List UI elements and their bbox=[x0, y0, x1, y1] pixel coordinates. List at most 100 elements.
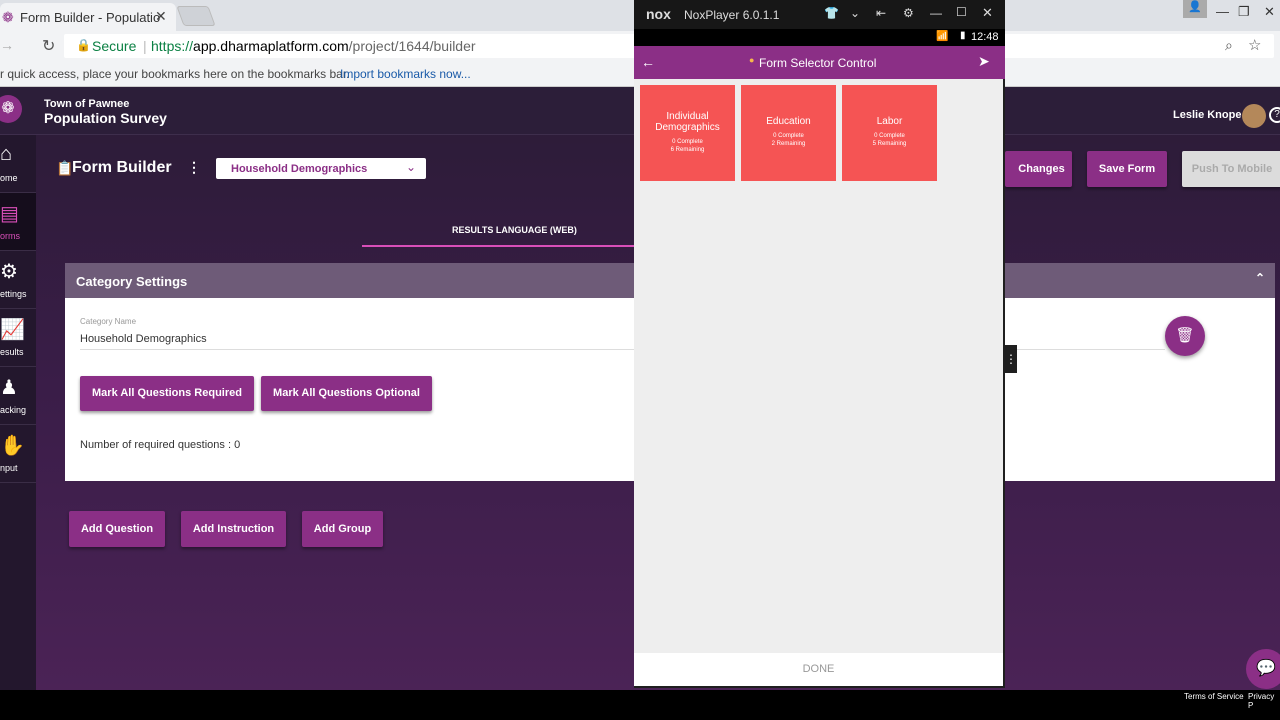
gear-icon[interactable]: ⚙ bbox=[903, 6, 914, 20]
category-name-label: Category Name bbox=[80, 317, 137, 326]
sidebar-item-label: ome bbox=[0, 173, 18, 183]
push-to-mobile-button[interactable]: Push To Mobile bbox=[1182, 151, 1280, 187]
tab-results-language[interactable]: RESULTS LANGUAGE (WEB) bbox=[452, 225, 577, 235]
restore-icon[interactable]: ❐ bbox=[1238, 4, 1250, 20]
nox-logo-icon: nox bbox=[646, 6, 671, 22]
form-tile-individual-demographics[interactable]: Individual Demographics 0 Complete 6 Rem… bbox=[640, 85, 735, 181]
chevron-down-icon: ⌄ bbox=[406, 160, 417, 174]
resize-handle[interactable]: ⋮ bbox=[1005, 345, 1017, 373]
sidebar-item-results[interactable]: 📈 esults bbox=[0, 309, 36, 367]
category-select[interactable]: Household Demographics ⌄ bbox=[216, 158, 426, 179]
tile-complete: 0 Complete bbox=[773, 133, 804, 139]
trash-icon: 🗑 bbox=[1175, 327, 1195, 344]
tile-name: Education bbox=[766, 116, 811, 127]
mark-required-label: Mark All Questions Required bbox=[92, 387, 242, 399]
form-tile-education[interactable]: Education 0 Complete 2 Remaining bbox=[741, 85, 836, 181]
profile-icon[interactable]: 👤 bbox=[1183, 0, 1207, 18]
add-instruction-label: Add Instruction bbox=[192, 523, 275, 535]
sidebar-item-label: ettings bbox=[0, 289, 27, 299]
form-tile-labor[interactable]: Labor 0 Complete 5 Remaining bbox=[842, 85, 937, 181]
chat-icon: 💬 bbox=[1256, 660, 1276, 677]
clipboard-icon: 📋 bbox=[56, 160, 74, 176]
import-bookmarks-link[interactable]: Import bookmarks now... bbox=[340, 67, 471, 81]
send-icon[interactable]: ➤ bbox=[978, 53, 990, 70]
sidebar-item-settings[interactable]: ⚙ ettings bbox=[0, 251, 36, 309]
star-icon[interactable]: ☆ bbox=[1248, 36, 1261, 54]
url-path: /project/1644/builder bbox=[348, 38, 476, 54]
app-logo-icon: ❁ bbox=[2, 9, 14, 25]
url-divider: | bbox=[143, 38, 147, 54]
url-scheme: https:// bbox=[151, 38, 194, 54]
zoom-icon[interactable]: ⌕ bbox=[1225, 37, 1233, 54]
url-text[interactable]: https://app.dharmaplatform.com/project/1… bbox=[151, 38, 476, 54]
privacy-link[interactable]: Privacy P bbox=[1248, 692, 1280, 710]
new-tab-button[interactable] bbox=[176, 6, 216, 26]
sidebar-item-label: acking bbox=[0, 405, 27, 415]
chevron-up-icon[interactable]: ⌃ bbox=[1255, 271, 1265, 285]
lock-icon: 🔒 bbox=[76, 38, 91, 52]
tile-name: Individual Demographics bbox=[655, 111, 720, 133]
minimize-icon[interactable]: — bbox=[930, 6, 942, 20]
back-arrow-icon[interactable]: ← bbox=[641, 54, 655, 70]
dharma-logo-icon[interactable]: ❁ bbox=[0, 95, 22, 123]
status-time: 12:48 bbox=[971, 31, 999, 43]
url-host: app.dharmaplatform.com bbox=[193, 38, 349, 54]
save-form-label: Save Form bbox=[1098, 163, 1156, 175]
category-settings-title: Category Settings bbox=[76, 274, 188, 289]
hand-icon: ✋ bbox=[0, 435, 25, 457]
nox-title: NoxPlayer 6.0.1.1 bbox=[684, 8, 780, 22]
close-icon[interactable]: ✕ bbox=[982, 5, 993, 21]
done-button[interactable]: DONE bbox=[634, 653, 1003, 686]
add-instruction-button[interactable]: Add Instruction bbox=[181, 511, 286, 547]
save-changes-button[interactable]: Changes bbox=[1005, 151, 1072, 187]
tab-title: Form Builder - Populatio bbox=[20, 10, 161, 25]
category-name-input[interactable]: Household Demographics bbox=[80, 333, 207, 345]
mark-optional-button[interactable]: Mark All Questions Optional bbox=[261, 376, 432, 411]
pin-icon[interactable]: ⇤ bbox=[876, 6, 886, 20]
window-close-icon[interactable]: ✕ bbox=[1264, 4, 1275, 20]
person-icon: ♟ bbox=[0, 377, 18, 399]
close-icon[interactable]: ✕ bbox=[155, 8, 167, 25]
save-form-button[interactable]: Save Form bbox=[1087, 151, 1167, 187]
shirt-icon[interactable]: 👕 bbox=[824, 6, 839, 20]
project-name: Population Survey bbox=[44, 110, 167, 126]
delete-category-button[interactable]: 🗑 bbox=[1165, 316, 1205, 356]
sidebar-item-forms[interactable]: ▤ orms bbox=[0, 193, 36, 251]
chart-icon: 📈 bbox=[0, 319, 25, 341]
sidebar: ⌂ ome ▤ orms ⚙ ettings 📈 esults ♟ acking… bbox=[0, 135, 36, 690]
sidebar-item-tracking[interactable]: ♟ acking bbox=[0, 367, 36, 425]
tile-remaining: 5 Remaining bbox=[872, 141, 907, 147]
mark-required-button[interactable]: Mark All Questions Required bbox=[80, 376, 254, 411]
avatar[interactable] bbox=[1242, 104, 1266, 128]
chat-button[interactable]: 💬 bbox=[1246, 649, 1280, 689]
reload-icon[interactable]: ↻ bbox=[42, 36, 55, 56]
tile-name: Labor bbox=[876, 116, 903, 127]
wifi-icon: 📶 bbox=[936, 31, 949, 42]
add-question-button[interactable]: Add Question bbox=[69, 511, 165, 547]
more-options-icon[interactable]: ⋮ bbox=[187, 159, 201, 176]
browser-tab[interactable]: ❁ Form Builder - Populatio ✕ bbox=[0, 3, 176, 31]
mobile-screen-title: Form Selector Control bbox=[759, 56, 877, 70]
minimize-icon[interactable]: — bbox=[1216, 4, 1229, 19]
sidebar-item-input[interactable]: ✋ nput bbox=[0, 425, 36, 483]
sidebar-item-home[interactable]: ⌂ ome bbox=[0, 135, 36, 193]
secure-label: Secure bbox=[92, 38, 137, 54]
terms-link[interactable]: Terms of Service bbox=[1184, 692, 1244, 701]
add-question-label: Add Question bbox=[80, 523, 154, 535]
sidebar-item-label: esults bbox=[0, 347, 24, 357]
mobile-app-bar: ← ● Form Selector Control ➤ bbox=[634, 46, 1005, 79]
org-name: Town of Pawnee bbox=[44, 98, 130, 110]
help-icon[interactable]: ? bbox=[1269, 107, 1280, 123]
add-group-button[interactable]: Add Group bbox=[302, 511, 383, 547]
category-select-value: Household Demographics bbox=[231, 163, 368, 175]
nox-title-bar: nox NoxPlayer 6.0.1.1 👕 ⌄ ⇤ ⚙ — ☐ ✕ bbox=[634, 0, 1005, 29]
chevron-down-icon[interactable]: ⌄ bbox=[850, 6, 860, 20]
nox-emulator-window: nox NoxPlayer 6.0.1.1 👕 ⌄ ⇤ ⚙ — ☐ ✕ 📶 ▮ … bbox=[634, 0, 1017, 688]
footer: Terms of Service Privacy P bbox=[0, 690, 1280, 710]
maximize-icon[interactable]: ☐ bbox=[956, 5, 967, 19]
forward-icon[interactable]: → bbox=[0, 37, 14, 53]
gear-icon: ⚙ bbox=[0, 261, 18, 283]
user-name[interactable]: Leslie Knope bbox=[1173, 109, 1241, 121]
required-count: Number of required questions : 0 bbox=[80, 439, 241, 451]
battery-icon: ▮ bbox=[960, 30, 966, 41]
